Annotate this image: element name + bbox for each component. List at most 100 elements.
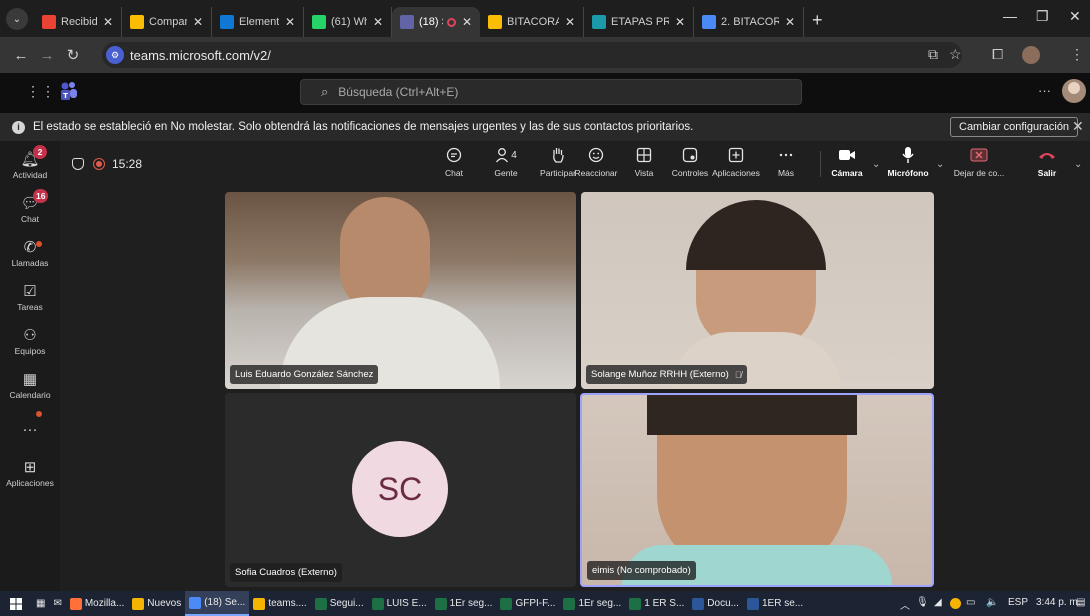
more-icon: ··· (22, 420, 38, 438)
banner-text: El estado se estableció en No molestar. … (33, 121, 694, 133)
rail-item-aplicaciones[interactable]: ⊞ Aplicaciones (0, 451, 60, 495)
clock[interactable]: 3:44 p. m. (1036, 597, 1080, 608)
app-rail: 🔔︎ Actividad 2 💬︎ Chat 16 ✆ Llamadas ☑ Tareas ⚇ Equ… (0, 141, 60, 591)
leave-call-button[interactable]: Salir (1020, 145, 1074, 185)
teams-logo-icon: T (60, 81, 78, 101)
reload-icon[interactable]: ↻ (60, 46, 86, 64)
stop-share-icon (970, 145, 988, 165)
app-tray-icon[interactable] (950, 598, 961, 609)
más-button[interactable]: Más (758, 145, 814, 185)
change-settings-button[interactable]: Cambiar configuración (950, 117, 1079, 137)
battery-icon[interactable]: ▭ (966, 597, 975, 608)
language-indicator[interactable]: ESP (1008, 597, 1028, 608)
site-info-icon[interactable]: ⚙ (106, 46, 124, 64)
volume-icon[interactable]: 🔈 (986, 597, 998, 608)
chat-button[interactable]: Chat (426, 145, 482, 185)
raise-hand-icon (550, 145, 566, 165)
taskbar-app[interactable]: LUIS E... (368, 591, 431, 616)
camera-button[interactable]: Cámara (820, 145, 874, 185)
tray-mic-icon[interactable]: 🎙 (916, 597, 929, 608)
taskbar-app[interactable]: Mozilla... (66, 591, 128, 616)
aplicaciones-button[interactable]: Aplicaciones (708, 145, 764, 185)
taskbar-app[interactable]: Docu... (688, 591, 743, 616)
app-icon (189, 596, 202, 609)
rail-item-tareas[interactable]: ☑ Tareas (0, 275, 60, 319)
taskbar-app[interactable]: 1ER se... (743, 591, 807, 616)
minimize-button[interactable]: — (1003, 8, 1017, 24)
close-tab-icon[interactable]: ✕ (565, 15, 575, 29)
controls-icon (682, 145, 698, 165)
taskbar-app[interactable]: 1Er seg... (559, 591, 625, 616)
close-banner-icon[interactable]: ✕ (1072, 118, 1084, 135)
rail-item-actividad[interactable]: 🔔︎ Actividad 2 (0, 143, 60, 187)
rail-item-more[interactable]: ··· (0, 407, 60, 451)
browser-tab[interactable]: BITACORAS ✕ (480, 7, 584, 37)
taskbar-app-label: (18) Se... (204, 597, 246, 608)
url-bar[interactable]: ⚙ teams.microsoft.com/v2/ (102, 42, 962, 68)
taskbar-app[interactable]: GFPI-F... (496, 591, 559, 616)
video-tile-eimis[interactable]: eimis (No comprobado) (580, 393, 934, 587)
chat-bubble-icon (446, 145, 462, 165)
video-tile-sofia[interactable]: SC Sofia Cuadros (Externo) (225, 393, 576, 587)
browser-tab[interactable]: 2. BITACORA ✕ (694, 7, 804, 37)
settings-more-icon[interactable]: ··· (1038, 83, 1051, 98)
rail-item-equipos[interactable]: ⚇ Equipos (0, 319, 60, 363)
video-tile-solange[interactable]: Solange Muñoz RRHH (Externo) 🎙̸ (581, 192, 934, 389)
taskbar-app[interactable]: (18) Se... (185, 591, 250, 616)
calendar-icon: ▦ (22, 371, 38, 388)
notifications-icon[interactable]: ▤ (1076, 597, 1085, 608)
bookmark-star-icon[interactable]: ☆ (949, 46, 962, 63)
close-tab-icon[interactable]: ✕ (193, 15, 203, 29)
close-tab-icon[interactable]: ✕ (285, 15, 295, 29)
network-icon[interactable]: ◢ (934, 597, 942, 608)
browser-tab[interactable]: Compartidos ✕ (122, 7, 212, 37)
mail-icon[interactable]: ✉ (49, 591, 65, 616)
smiley-icon (588, 145, 604, 165)
close-tab-icon[interactable]: ✕ (675, 15, 685, 29)
extensions-icon[interactable]: ⧠ (992, 46, 1003, 63)
taskbar-app[interactable]: Nuevos (128, 591, 185, 616)
tray-chevron-icon[interactable]: ︿ (900, 597, 910, 612)
close-tab-icon[interactable]: ✕ (785, 15, 795, 29)
browser-tab[interactable]: ETAPAS PRO ✕ (584, 7, 694, 37)
profile-avatar[interactable] (1022, 46, 1040, 64)
control-label: Más (777, 168, 795, 178)
rail-item-chat[interactable]: 💬︎ Chat 16 (0, 187, 60, 231)
taskbar-app[interactable]: 1Er seg... (431, 591, 497, 616)
mic-options-chevron-icon[interactable]: ⌄ (936, 159, 944, 170)
browser-tab[interactable]: (18) Seg ✕ (392, 7, 480, 37)
browser-tab[interactable]: (61) WhatsA ✕ (304, 7, 392, 37)
forward-icon[interactable]: → (34, 47, 60, 64)
start-button[interactable] (0, 591, 32, 616)
stop-sharing-button[interactable]: Dejar de co... (948, 145, 1010, 185)
user-avatar[interactable] (1062, 79, 1086, 103)
taskbar-app[interactable]: 1 ER S... (625, 591, 688, 616)
microphone-button[interactable]: Micrófono (880, 145, 936, 185)
close-tab-icon[interactable]: ✕ (462, 15, 472, 29)
maximize-button[interactable]: ❐ (1036, 8, 1049, 25)
browser-tab-strip: ⌄ Recibidos (1✕Compartidos✕Elementos e✕(… (0, 0, 1090, 37)
install-app-icon[interactable]: ⧉ (928, 46, 938, 63)
close-tab-icon[interactable]: ✕ (373, 15, 383, 29)
gente-button[interactable]: 4 Gente (478, 145, 534, 185)
rail-item-calendario[interactable]: ▦ Calendario (0, 363, 60, 407)
close-window-button[interactable]: ✕ (1069, 8, 1081, 25)
tab-search-button[interactable]: ⌄ (6, 8, 28, 30)
taskbar-app[interactable]: Segui... (311, 591, 368, 616)
close-tab-icon[interactable]: ✕ (103, 15, 113, 29)
browser-tab[interactable]: Recibidos (1 ✕ (34, 7, 122, 37)
task-view-icon[interactable]: ▦ (32, 591, 49, 616)
taskbar-app[interactable]: teams.... (249, 591, 310, 616)
rail-item-llamadas[interactable]: ✆ Llamadas (0, 231, 60, 275)
browser-menu-icon[interactable]: ⋮ (1070, 46, 1084, 63)
back-icon[interactable]: ← (8, 47, 34, 64)
new-tab-button[interactable]: + (812, 10, 823, 31)
browser-tab[interactable]: Elementos e ✕ (212, 7, 304, 37)
whatsapp-icon (312, 15, 326, 29)
search-input[interactable]: ⌕ Búsqueda (Ctrl+Alt+E) (300, 79, 802, 105)
leave-options-chevron-icon[interactable]: ⌄ (1074, 159, 1082, 170)
video-tile-luis[interactable]: Luis Eduardo González Sánchez (225, 192, 576, 389)
teams-group-icon: ⚇ (23, 327, 37, 344)
address-bar-row: ← → ↻ ⚙ teams.microsoft.com/v2/ ⧉ ☆ ⧠ ⋮ (0, 37, 1090, 73)
rail-item-label: Aplicaciones (6, 478, 54, 488)
